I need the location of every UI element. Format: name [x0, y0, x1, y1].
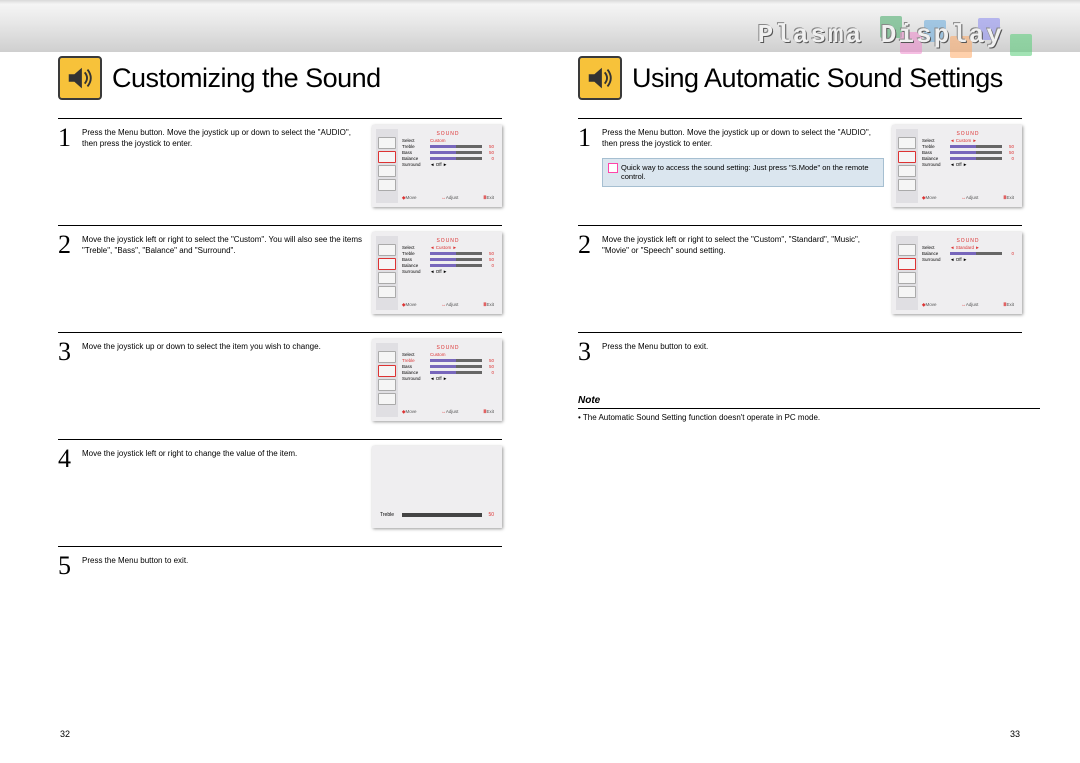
tip-callout: Quick way to access the sound setting: J…	[602, 158, 884, 188]
product-title: Plasma Display	[758, 20, 1004, 50]
step-text: Move the joystick left or right to selec…	[82, 232, 364, 257]
osd-screenshot: SOUND SelectCustom Treble50 Bass50 Balan…	[372, 339, 502, 421]
speaker-icon	[578, 56, 622, 100]
page-number-left: 32	[60, 729, 70, 739]
right-step-2: 2 Move the joystick left or right to sel…	[578, 225, 1022, 314]
note-body: • The Automatic Sound Setting function d…	[578, 413, 1040, 422]
step-number: 3	[578, 339, 602, 365]
osd-screenshot: SOUND Select◄ Custom ► Treble50 Bass50 B…	[372, 232, 502, 314]
left-page: Customizing the Sound 1 Press the Menu b…	[40, 52, 520, 579]
top-brushed-band: Plasma Display	[0, 0, 1080, 52]
step-text: Move the joystick left or right to chang…	[82, 446, 364, 460]
right-step-1: 1 Press the Menu button. Move the joysti…	[578, 118, 1022, 207]
step-number: 2	[58, 232, 82, 258]
step-text: Move the joystick up or down to select t…	[82, 339, 364, 353]
step-number: 4	[58, 446, 82, 472]
step-number: 3	[58, 339, 82, 365]
step-number: 1	[578, 125, 602, 151]
step-text: Press the Menu button to exit.	[82, 553, 502, 567]
right-page: Using Automatic Sound Settings 1 Press t…	[560, 52, 1040, 579]
step-number: 5	[58, 553, 82, 579]
step-text: Press the Menu button to exit.	[602, 339, 1022, 353]
note-heading: Note	[578, 395, 1040, 409]
speaker-icon	[58, 56, 102, 100]
right-step-3: 3 Press the Menu button to exit.	[578, 332, 1022, 365]
osd-screenshot: SOUND SelectCustom Treble50 Bass50 Balan…	[372, 125, 502, 207]
left-step-2: 2 Move the joystick left or right to sel…	[58, 225, 502, 314]
osd-title: SOUND	[402, 131, 494, 137]
left-step-3: 3 Move the joystick up or down to select…	[58, 332, 502, 421]
left-step-5: 5 Press the Menu button to exit.	[58, 546, 502, 579]
step-number: 2	[578, 232, 602, 258]
right-section-title: Using Automatic Sound Settings	[632, 63, 1003, 94]
left-step-1: 1 Press the Menu button. Move the joysti…	[58, 118, 502, 207]
osd-screenshot: SOUND Select◄ Standard ► Balance0 Surrou…	[892, 232, 1022, 314]
osd-screenshot: SOUND Select◄ Custom ► Treble50 Bass50 B…	[892, 125, 1022, 207]
step-text: Press the Menu button. Move the joystick…	[602, 125, 884, 187]
left-step-4: 4 Move the joystick left or right to cha…	[58, 439, 502, 528]
step-number: 1	[58, 125, 82, 151]
step-text: Move the joystick left or right to selec…	[602, 232, 884, 257]
step-text: Press the Menu button. Move the joystick…	[82, 125, 364, 150]
page-number-right: 33	[1010, 729, 1020, 739]
osd-slider-screenshot: Treble 50	[372, 446, 502, 528]
left-section-title: Customizing the Sound	[112, 63, 381, 94]
